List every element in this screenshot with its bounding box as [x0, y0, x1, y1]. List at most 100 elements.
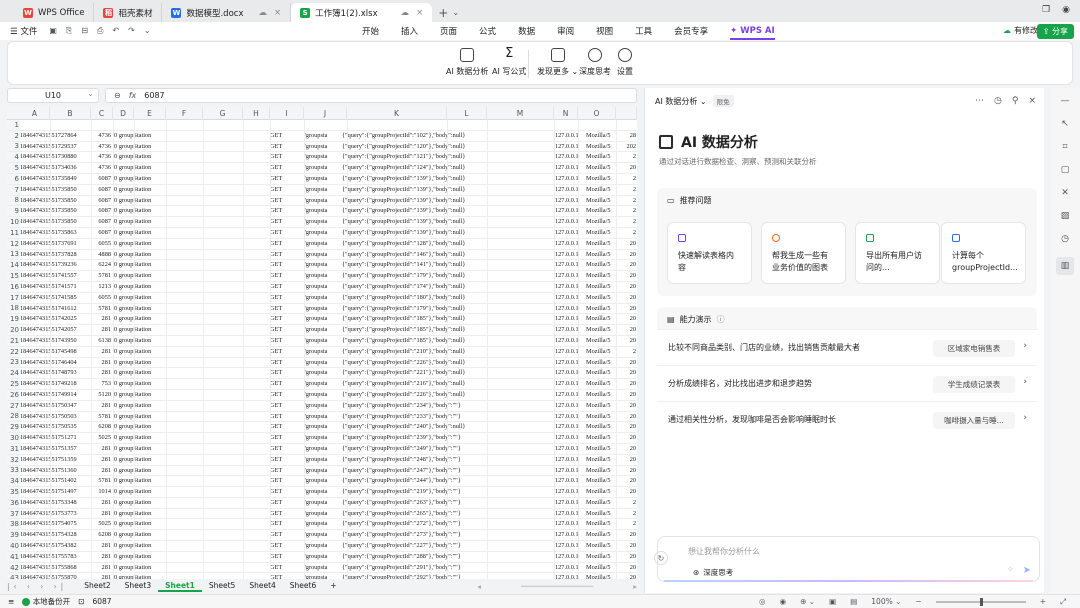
table-cell[interactable]: 281: [91, 563, 112, 573]
table-cell[interactable]: 281: [91, 358, 112, 368]
row-header[interactable]: 2: [7, 130, 20, 142]
sheet-icon[interactable]: ⊡: [78, 597, 84, 606]
history-icon[interactable]: ◷: [994, 96, 1002, 106]
table-cell[interactable]: 5781: [91, 476, 112, 486]
table-cell[interactable]: 20: [624, 325, 637, 335]
table-cell[interactable]: Mozilla/5: [586, 239, 616, 249]
table-cell[interactable]: GET: [270, 390, 296, 400]
table-cell[interactable]: 281: [91, 509, 112, 519]
table-cell[interactable]: 0 groupStation: [114, 239, 194, 249]
table-cell[interactable]: 6208: [91, 422, 112, 432]
panel-title-dropdown[interactable]: AI 数据分析 ⌄: [655, 96, 707, 107]
row-header[interactable]: 10: [7, 217, 20, 228]
table-cell[interactable]: {"query":{"groupProjectId":"244"},"body"…: [342, 476, 572, 486]
table-cell[interactable]: {"query":{"groupProjectId":"249"},"body"…: [342, 444, 572, 454]
table-cell[interactable]: GET: [270, 401, 296, 411]
add-sheet-button[interactable]: +: [323, 580, 343, 592]
table-cell[interactable]: 0 groupStation: [114, 401, 194, 411]
row-header[interactable]: 16: [7, 281, 20, 293]
table-cell[interactable]: GET: [270, 563, 296, 573]
table-cell[interactable]: GET: [270, 174, 296, 184]
table-cell[interactable]: 20: [624, 314, 637, 324]
table-cell[interactable]: 127.0.0.1: [555, 509, 579, 519]
table-cell[interactable]: 0 groupStation: [114, 552, 194, 562]
settings-button[interactable]: 设置: [617, 48, 633, 77]
table-cell[interactable]: /groupsta: [304, 142, 334, 152]
tab-insert[interactable]: 插入: [401, 25, 418, 37]
name-box[interactable]: U10: [7, 88, 99, 103]
close-icon[interactable]: ×: [274, 8, 281, 18]
row-header[interactable]: 27: [7, 400, 20, 412]
table-cell[interactable]: GET: [270, 422, 296, 432]
table-cell[interactable]: 184647431551734036: [20, 163, 90, 173]
table-cell[interactable]: 184647431551735863: [20, 228, 90, 238]
table-cell[interactable]: /groupsta: [304, 573, 334, 579]
row-header[interactable]: 31: [7, 443, 20, 455]
table-cell[interactable]: 184647431551737828: [20, 250, 90, 260]
table-cell[interactable]: 127.0.0.1: [555, 476, 579, 486]
table-cell[interactable]: {"query":{"groupProjectId":"288"},"body"…: [342, 552, 572, 562]
zoom-in-button[interactable]: +: [1040, 597, 1046, 606]
table-cell[interactable]: {"query":{"groupProjectId":"121"},"body"…: [342, 152, 572, 162]
sheet-tab-sheet6[interactable]: Sheet6: [283, 580, 323, 592]
table-cell[interactable]: 281: [91, 444, 112, 454]
table-cell[interactable]: 127.0.0.1: [555, 271, 579, 281]
table-cell[interactable]: /groupsta: [304, 401, 334, 411]
deep-think-button[interactable]: 深度思考: [579, 48, 611, 77]
table-cell[interactable]: 184647431551735850: [20, 185, 90, 195]
row-header[interactable]: 17: [7, 292, 20, 304]
table-cell[interactable]: 184647431551751497: [20, 487, 90, 497]
row-header[interactable]: 30: [7, 433, 20, 444]
new-chat-icon[interactable]: ↻: [654, 551, 668, 565]
table-cell[interactable]: 20: [624, 260, 637, 270]
table-cell[interactable]: {"query":{"groupProjectId":"248"},"body"…: [342, 455, 572, 465]
row-header[interactable]: 14: [7, 260, 20, 272]
table-cell[interactable]: GET: [270, 487, 296, 497]
table-cell[interactable]: 0 groupStation: [114, 185, 194, 195]
normal-view-icon[interactable]: ▣: [829, 597, 836, 606]
tab-page[interactable]: 页面: [440, 25, 457, 37]
reading-mode-icon[interactable]: ◉: [780, 597, 787, 606]
row-header[interactable]: 28: [7, 411, 20, 423]
table-cell[interactable]: 20: [624, 336, 637, 346]
table-cell[interactable]: 0 groupStation: [114, 541, 194, 551]
row-header[interactable]: 3: [7, 141, 20, 153]
row-header[interactable]: 42: [7, 562, 20, 574]
table-cell[interactable]: 2: [624, 185, 637, 195]
table-cell[interactable]: Mozilla/5: [586, 530, 616, 540]
sheet-tab-sheet5[interactable]: Sheet5: [202, 580, 242, 592]
table-cell[interactable]: {"query":{"groupProjectId":"139"},"body"…: [342, 185, 572, 195]
table-cell[interactable]: /groupsta: [304, 358, 334, 368]
ai-data-analysis-button[interactable]: AI 数据分析: [446, 48, 488, 77]
tab-docx[interactable]: W 数据模型.docx ☁ ×: [162, 3, 292, 22]
row-header[interactable]: 7: [7, 184, 20, 196]
table-cell[interactable]: Mozilla/5: [586, 347, 616, 357]
table-cell[interactable]: Mozilla/5: [586, 314, 616, 324]
zoom-slider[interactable]: [935, 597, 1026, 606]
table-cell[interactable]: Mozilla/5: [586, 412, 616, 422]
discover-more-button[interactable]: 发现更多 ⌄: [537, 48, 578, 77]
table-cell[interactable]: {"query":{"groupProjectId":"291"},"body"…: [342, 563, 572, 573]
table-cell[interactable]: 184647431551735850: [20, 196, 90, 206]
chevron-down-icon[interactable]: ⌄: [144, 26, 151, 36]
column-header[interactable]: L: [447, 107, 487, 120]
table-cell[interactable]: {"query":{"groupProjectId":"240"},"body"…: [342, 422, 572, 432]
save-icon[interactable]: ▣: [49, 26, 57, 36]
table-cell[interactable]: 127.0.0.1: [555, 163, 579, 173]
table-cell[interactable]: 20: [624, 368, 637, 378]
table-cell[interactable]: {"query":{"groupProjectId":"239"},"body"…: [342, 433, 572, 443]
table-cell[interactable]: GET: [270, 260, 296, 270]
table-cell[interactable]: 4736: [91, 152, 112, 162]
table-cell[interactable]: Mozilla/5: [586, 228, 616, 238]
table-cell[interactable]: 0 groupStation: [114, 422, 194, 432]
table-cell[interactable]: {"query":{"groupProjectId":"292"},"body"…: [342, 573, 572, 579]
table-cell[interactable]: 281: [91, 314, 112, 324]
table-cell[interactable]: GET: [270, 206, 296, 216]
table-cell[interactable]: GET: [270, 573, 296, 579]
table-cell[interactable]: Mozilla/5: [586, 476, 616, 486]
close-icon[interactable]: ×: [416, 8, 423, 18]
table-cell[interactable]: 281: [91, 368, 112, 378]
demo-item-3[interactable]: 通过相关性分析，发现咖啡是否会影响睡眠时长 咖啡摄入量与睡... ›: [657, 401, 1037, 437]
row-header[interactable]: 19: [7, 314, 20, 326]
table-cell[interactable]: 184647431551750535: [20, 422, 90, 432]
